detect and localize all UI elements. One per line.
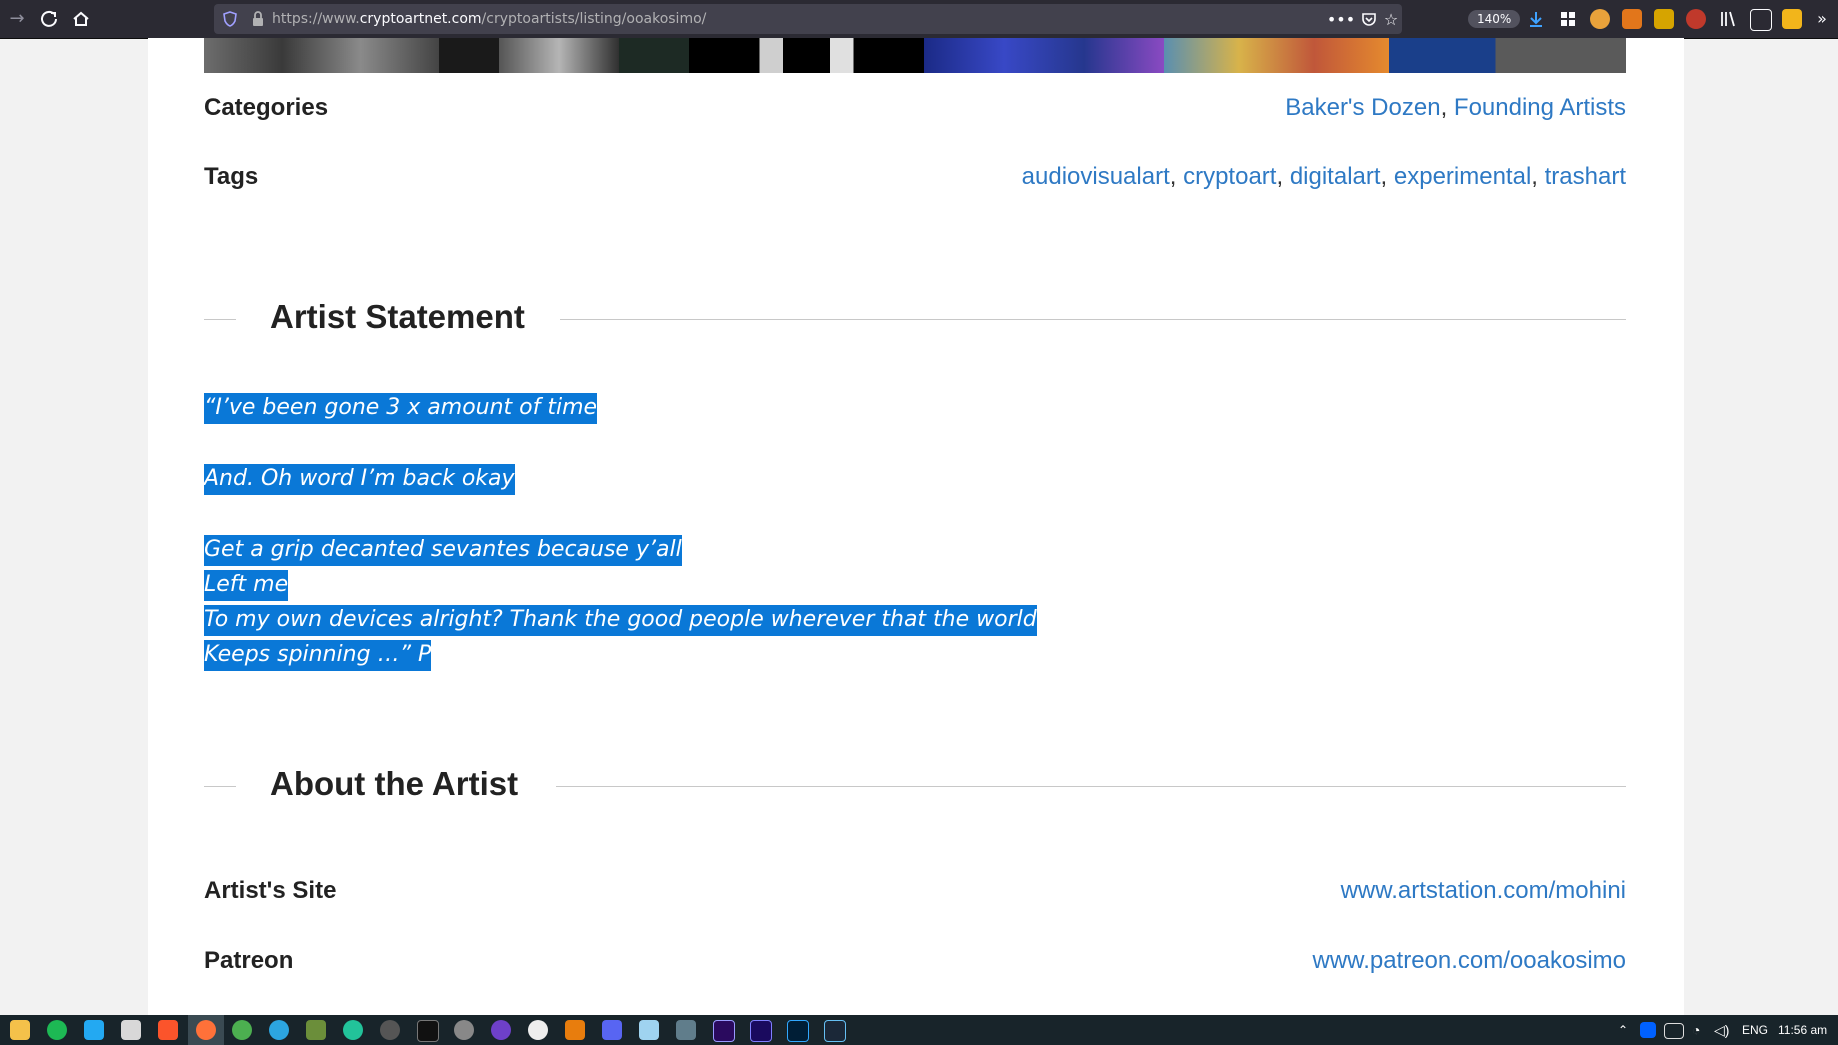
statement-line: “I’ve been gone 3 x amount of time xyxy=(204,393,598,424)
tag-link[interactable]: cryptoart xyxy=(1183,163,1276,190)
forward-icon[interactable]: → xyxy=(4,6,30,32)
bookmark-star-icon[interactable]: ☆ xyxy=(1380,8,1402,30)
section-divider xyxy=(556,786,1626,787)
artist-statement-heading: Artist Statement xyxy=(270,298,525,335)
battery-icon[interactable] xyxy=(1664,1023,1684,1039)
volume-icon[interactable]: ◁) xyxy=(1714,1015,1729,1045)
blender-icon[interactable] xyxy=(565,1020,585,1040)
artist-site-link[interactable]: www.artstation.com/mohini xyxy=(1341,877,1626,904)
steam-icon[interactable] xyxy=(824,1020,846,1042)
vscode-icon[interactable] xyxy=(84,1020,104,1040)
wifi-icon[interactable]: ◔ xyxy=(1692,1015,1700,1045)
extension-trophy-icon[interactable] xyxy=(1782,9,1802,29)
section-divider xyxy=(560,319,1626,320)
library-icon[interactable] xyxy=(1718,9,1738,29)
app-icon[interactable] xyxy=(343,1020,363,1040)
notepad-icon[interactable] xyxy=(639,1020,659,1040)
statement-line: Left me xyxy=(204,570,289,601)
browser-toolbar: → https://www.cryptoartnet.com/cryptoart… xyxy=(0,0,1838,39)
tracking-shield-icon[interactable] xyxy=(220,9,240,29)
tag-link[interactable]: trashart xyxy=(1545,163,1626,190)
statement-line: Keeps spinning …” P xyxy=(204,640,432,671)
statement-line: And. Oh word I’m back okay xyxy=(204,464,515,495)
downloads-icon[interactable] xyxy=(1526,9,1546,29)
section-divider xyxy=(204,786,236,787)
firefox-icon[interactable] xyxy=(196,1020,216,1040)
discord-icon[interactable] xyxy=(602,1020,622,1040)
overflow-menu-icon[interactable]: » xyxy=(1812,9,1832,29)
metamask-fox-icon[interactable] xyxy=(1622,9,1642,29)
category-link-bakers-dozen[interactable]: Baker's Dozen xyxy=(1285,94,1440,121)
tag-link[interactable]: digitalart xyxy=(1290,163,1381,190)
lock-icon[interactable] xyxy=(248,9,268,29)
windows-taskbar: ⌃ ◔ ◁) ENG 11:56 am xyxy=(0,1015,1838,1045)
artwork-banner-image xyxy=(204,38,1626,73)
telegram-icon[interactable] xyxy=(269,1020,289,1040)
pocket-icon[interactable] xyxy=(1358,8,1380,30)
artist-site-field: www.artstation.com/mohini xyxy=(1341,877,1626,905)
app-icon[interactable] xyxy=(454,1020,474,1040)
brave-browser-icon[interactable] xyxy=(158,1020,178,1040)
premiere-icon[interactable] xyxy=(713,1020,735,1042)
artist-site-label: Artist's Site xyxy=(204,877,337,904)
calculator-icon[interactable] xyxy=(676,1020,696,1040)
url-text[interactable]: https://www.cryptoartnet.com/cryptoartis… xyxy=(272,4,706,34)
spotify-icon[interactable] xyxy=(47,1020,67,1040)
extension-cube-icon[interactable] xyxy=(1654,9,1674,29)
page-actions-icon[interactable]: ••• xyxy=(1327,8,1355,30)
github-icon[interactable] xyxy=(491,1020,511,1040)
page-content: Categories Baker's Dozen, Founding Artis… xyxy=(148,38,1684,1015)
app-icon[interactable] xyxy=(417,1020,439,1042)
chrome-icon[interactable] xyxy=(232,1020,252,1040)
media-encoder-icon[interactable] xyxy=(750,1020,772,1042)
file-explorer-icon[interactable] xyxy=(10,1020,30,1040)
language-indicator[interactable]: ENG xyxy=(1742,1015,1768,1045)
tag-link[interactable]: experimental xyxy=(1394,163,1531,190)
patreon-field: www.patreon.com/ooakosimo xyxy=(1313,947,1626,975)
artist-statement-text[interactable]: “I’ve been gone 3 x amount of time And. … xyxy=(204,390,1037,672)
reload-icon[interactable] xyxy=(36,6,62,32)
photoshop-icon[interactable] xyxy=(787,1020,809,1042)
app-icon[interactable] xyxy=(121,1020,141,1040)
section-divider xyxy=(204,319,236,320)
app-icon[interactable] xyxy=(528,1020,548,1040)
patreon-link[interactable]: www.patreon.com/ooakosimo xyxy=(1313,947,1626,974)
extension-grid-icon[interactable] xyxy=(1558,9,1578,29)
tag-link[interactable]: audiovisualart xyxy=(1022,163,1170,190)
clock[interactable]: 11:56 am xyxy=(1778,1015,1827,1045)
tags-links: audiovisualart, cryptoart, digitalart, e… xyxy=(1021,163,1626,190)
zoom-level-badge[interactable]: 140% xyxy=(1468,10,1521,28)
categories-links: Baker's Dozen, Founding Artists xyxy=(1285,94,1626,121)
obs-icon[interactable] xyxy=(380,1020,400,1040)
extension-key-icon[interactable] xyxy=(1686,9,1706,29)
minecraft-icon[interactable] xyxy=(306,1020,326,1040)
statement-line: Get a grip decanted sevantes because y’a… xyxy=(204,535,682,566)
statement-line: To my own devices alright? Thank the goo… xyxy=(204,605,1037,636)
about-artist-heading: About the Artist xyxy=(270,765,519,802)
extension-cookie-icon[interactable] xyxy=(1590,9,1610,29)
categories-label: Categories xyxy=(204,94,329,121)
tray-chevron-icon[interactable]: ⌃ xyxy=(1618,1015,1628,1045)
category-link-founding-artists[interactable]: Founding Artists xyxy=(1454,94,1626,121)
patreon-label: Patreon xyxy=(204,947,294,974)
reader-view-icon[interactable] xyxy=(1750,9,1772,31)
home-icon[interactable] xyxy=(68,6,94,32)
tags-label: Tags xyxy=(204,163,259,190)
address-bar[interactable]: https://www.cryptoartnet.com/cryptoartis… xyxy=(214,4,1521,34)
dropbox-icon[interactable] xyxy=(1640,1022,1656,1038)
